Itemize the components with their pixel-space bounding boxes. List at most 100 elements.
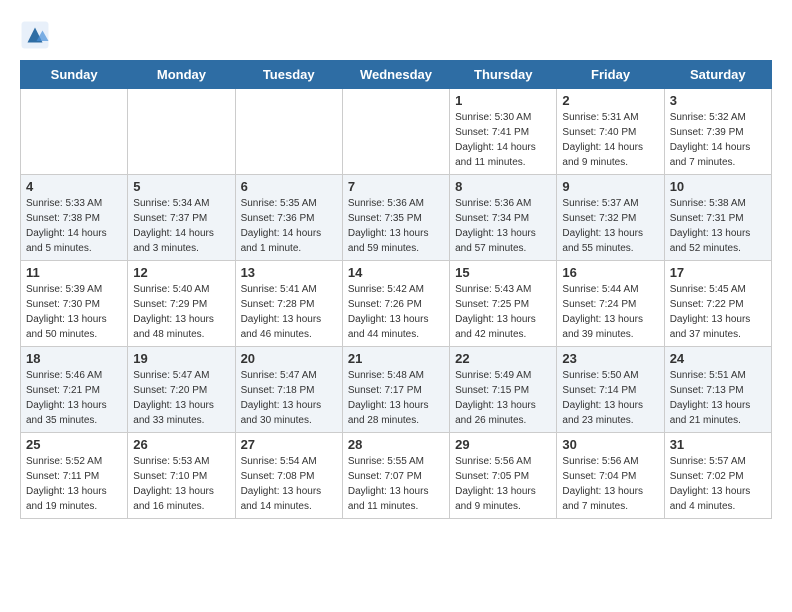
page-header [20,20,772,50]
day-info: Sunrise: 5:48 AMSunset: 7:17 PMDaylight:… [348,368,444,428]
day-number: 17 [670,265,766,280]
day-number: 5 [133,179,229,194]
day-number: 23 [562,351,658,366]
logo-icon [20,20,50,50]
day-info: Sunrise: 5:49 AMSunset: 7:15 PMDaylight:… [455,368,551,428]
calendar-cell: 20 Sunrise: 5:47 AMSunset: 7:18 PMDayligh… [235,347,342,433]
day-info: Sunrise: 5:46 AMSunset: 7:21 PMDaylight:… [26,368,122,428]
col-header-friday: Friday [557,61,664,89]
logo [20,20,54,50]
calendar-cell: 17 Sunrise: 5:45 AMSunset: 7:22 PMDayligh… [664,261,771,347]
day-info: Sunrise: 5:47 AMSunset: 7:20 PMDaylight:… [133,368,229,428]
day-number: 13 [241,265,337,280]
day-info: Sunrise: 5:32 AMSunset: 7:39 PMDaylight:… [670,110,766,170]
day-number: 3 [670,93,766,108]
day-number: 14 [348,265,444,280]
calendar-cell: 11Sunrise: 5:39 AMSunset: 7:30 PMDayligh… [21,261,128,347]
calendar-cell: 22 Sunrise: 5:49 AMSunset: 7:15 PMDayligh… [450,347,557,433]
calendar-cell [128,89,235,175]
calendar-cell: 12Sunrise: 5:40 AMSunset: 7:29 PMDayligh… [128,261,235,347]
day-number: 24 [670,351,766,366]
calendar-cell: 24 Sunrise: 5:51 AMSunset: 7:13 PMDayligh… [664,347,771,433]
day-info: Sunrise: 5:51 AMSunset: 7:13 PMDaylight:… [670,368,766,428]
day-number: 1 [455,93,551,108]
calendar-cell: 15Sunrise: 5:43 AMSunset: 7:25 PMDayligh… [450,261,557,347]
day-info: Sunrise: 5:45 AMSunset: 7:22 PMDaylight:… [670,282,766,342]
calendar-cell: 25 Sunrise: 5:52 AMSunset: 7:11 PMDayligh… [21,433,128,519]
calendar-cell: 18 Sunrise: 5:46 AMSunset: 7:21 PMDayligh… [21,347,128,433]
day-info: Sunrise: 5:41 AMSunset: 7:28 PMDaylight:… [241,282,337,342]
calendar-cell: 3 Sunrise: 5:32 AMSunset: 7:39 PMDaylight… [664,89,771,175]
day-info: Sunrise: 5:42 AMSunset: 7:26 PMDaylight:… [348,282,444,342]
day-number: 10 [670,179,766,194]
calendar-week-4: 18 Sunrise: 5:46 AMSunset: 7:21 PMDayligh… [21,347,772,433]
day-number: 22 [455,351,551,366]
day-info: Sunrise: 5:43 AMSunset: 7:25 PMDaylight:… [455,282,551,342]
day-info: Sunrise: 5:38 AMSunset: 7:31 PMDaylight:… [670,196,766,256]
calendar-cell: 26 Sunrise: 5:53 AMSunset: 7:10 PMDayligh… [128,433,235,519]
day-number: 26 [133,437,229,452]
calendar-cell: 2Sunrise: 5:31 AMSunset: 7:40 PMDaylight… [557,89,664,175]
day-number: 19 [133,351,229,366]
calendar-cell: 13 Sunrise: 5:41 AMSunset: 7:28 PMDayligh… [235,261,342,347]
day-info: Sunrise: 5:40 AMSunset: 7:29 PMDaylight:… [133,282,229,342]
calendar-cell: 6Sunrise: 5:35 AMSunset: 7:36 PMDaylight… [235,175,342,261]
day-info: Sunrise: 5:47 AMSunset: 7:18 PMDaylight:… [241,368,337,428]
calendar-table: SundayMondayTuesdayWednesdayThursdayFrid… [20,60,772,519]
calendar-cell: 19 Sunrise: 5:47 AMSunset: 7:20 PMDayligh… [128,347,235,433]
col-header-tuesday: Tuesday [235,61,342,89]
col-header-wednesday: Wednesday [342,61,449,89]
day-number: 27 [241,437,337,452]
day-info: Sunrise: 5:55 AMSunset: 7:07 PMDaylight:… [348,454,444,514]
calendar-cell [21,89,128,175]
calendar-cell [342,89,449,175]
col-header-sunday: Sunday [21,61,128,89]
day-number: 20 [241,351,337,366]
day-info: Sunrise: 5:36 AMSunset: 7:34 PMDaylight:… [455,196,551,256]
day-number: 28 [348,437,444,452]
day-number: 9 [562,179,658,194]
col-header-thursday: Thursday [450,61,557,89]
calendar-cell: 7Sunrise: 5:36 AMSunset: 7:35 PMDaylight… [342,175,449,261]
calendar-cell: 30 Sunrise: 5:56 AMSunset: 7:04 PMDayligh… [557,433,664,519]
day-info: Sunrise: 5:30 AMSunset: 7:41 PMDaylight:… [455,110,551,170]
day-number: 31 [670,437,766,452]
calendar-week-2: 4 Sunrise: 5:33 AMSunset: 7:38 PMDaylight… [21,175,772,261]
day-number: 8 [455,179,551,194]
day-number: 18 [26,351,122,366]
day-number: 11 [26,265,122,280]
calendar-cell: 16 Sunrise: 5:44 AMSunset: 7:24 PMDayligh… [557,261,664,347]
calendar-header-row: SundayMondayTuesdayWednesdayThursdayFrid… [21,61,772,89]
day-number: 21 [348,351,444,366]
day-number: 4 [26,179,122,194]
calendar-cell [235,89,342,175]
day-info: Sunrise: 5:50 AMSunset: 7:14 PMDaylight:… [562,368,658,428]
day-info: Sunrise: 5:54 AMSunset: 7:08 PMDaylight:… [241,454,337,514]
calendar-week-1: 1 Sunrise: 5:30 AMSunset: 7:41 PMDaylight… [21,89,772,175]
day-number: 25 [26,437,122,452]
calendar-cell: 4 Sunrise: 5:33 AMSunset: 7:38 PMDaylight… [21,175,128,261]
day-info: Sunrise: 5:35 AMSunset: 7:36 PMDaylight:… [241,196,337,256]
day-info: Sunrise: 5:57 AMSunset: 7:02 PMDaylight:… [670,454,766,514]
calendar-cell: 29Sunrise: 5:56 AMSunset: 7:05 PMDayligh… [450,433,557,519]
day-number: 2 [562,93,658,108]
calendar-week-3: 11Sunrise: 5:39 AMSunset: 7:30 PMDayligh… [21,261,772,347]
calendar-cell: 27 Sunrise: 5:54 AMSunset: 7:08 PMDayligh… [235,433,342,519]
calendar-cell: 28 Sunrise: 5:55 AMSunset: 7:07 PMDayligh… [342,433,449,519]
day-info: Sunrise: 5:52 AMSunset: 7:11 PMDaylight:… [26,454,122,514]
calendar-cell: 31 Sunrise: 5:57 AMSunset: 7:02 PMDayligh… [664,433,771,519]
day-info: Sunrise: 5:33 AMSunset: 7:38 PMDaylight:… [26,196,122,256]
day-info: Sunrise: 5:56 AMSunset: 7:04 PMDaylight:… [562,454,658,514]
calendar-cell: 10 Sunrise: 5:38 AMSunset: 7:31 PMDayligh… [664,175,771,261]
calendar-cell: 14 Sunrise: 5:42 AMSunset: 7:26 PMDayligh… [342,261,449,347]
calendar-cell: 9Sunrise: 5:37 AMSunset: 7:32 PMDaylight… [557,175,664,261]
calendar-cell: 5Sunrise: 5:34 AMSunset: 7:37 PMDaylight… [128,175,235,261]
day-number: 16 [562,265,658,280]
day-number: 30 [562,437,658,452]
day-number: 29 [455,437,551,452]
calendar-cell: 8 Sunrise: 5:36 AMSunset: 7:34 PMDaylight… [450,175,557,261]
day-info: Sunrise: 5:53 AMSunset: 7:10 PMDaylight:… [133,454,229,514]
calendar-cell: 23 Sunrise: 5:50 AMSunset: 7:14 PMDayligh… [557,347,664,433]
day-info: Sunrise: 5:36 AMSunset: 7:35 PMDaylight:… [348,196,444,256]
day-info: Sunrise: 5:44 AMSunset: 7:24 PMDaylight:… [562,282,658,342]
